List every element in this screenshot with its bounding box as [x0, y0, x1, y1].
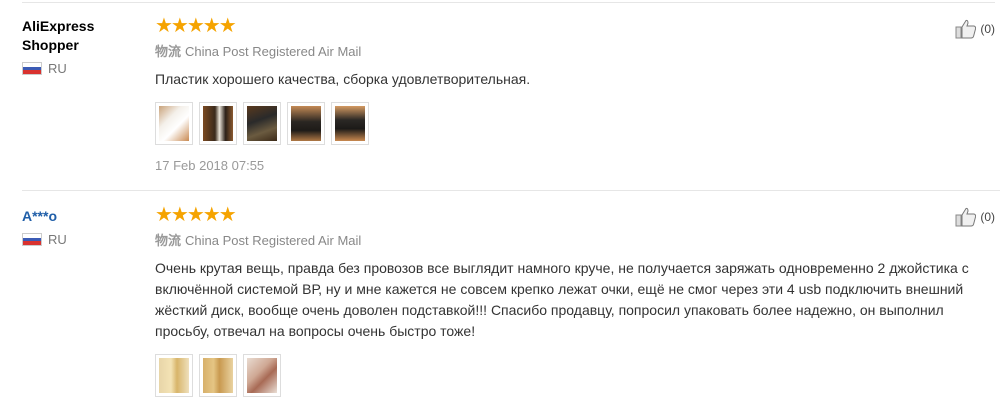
star-rating: ★★★★★	[155, 15, 237, 37]
review-photo-thumbnail[interactable]	[155, 102, 193, 145]
helpful-count: (0)	[980, 210, 995, 224]
review-photo-thumbnail[interactable]	[155, 354, 193, 397]
flag-ru-icon	[22, 62, 42, 75]
country-code: RU	[48, 61, 67, 76]
reviewer-info: A***o RU	[22, 207, 132, 247]
helpful-button[interactable]: (0)	[955, 19, 995, 39]
shipping-label: 物流	[155, 44, 182, 59]
reviewer-country: RU	[22, 232, 132, 247]
reviewer-name[interactable]: A***o	[22, 207, 132, 226]
helpful-count: (0)	[980, 22, 995, 36]
review-photos	[155, 102, 970, 145]
country-code: RU	[48, 232, 67, 247]
review-photo-thumbnail[interactable]	[331, 102, 369, 145]
reviewer-info: AliExpress Shopper RU	[22, 17, 132, 76]
review-text: Очень крутая вещь, правда без провозов в…	[155, 260, 969, 339]
shipping-method: China Post Registered Air Mail	[185, 44, 362, 59]
review-text: Пластик хорошего качества, сборка удовле…	[155, 71, 531, 87]
review-date: 17 Feb 2018 07:55	[155, 158, 265, 173]
shipping-method: China Post Registered Air Mail	[185, 233, 362, 248]
shipping-info: 物流 China Post Registered Air Mail	[155, 230, 970, 249]
review-photo-thumbnail[interactable]	[243, 354, 281, 397]
thumbs-up-icon	[955, 19, 977, 39]
shipping-label: 物流	[155, 233, 182, 248]
review-photos	[155, 354, 970, 397]
reviewer-name: AliExpress Shopper	[22, 18, 95, 53]
review-photo-thumbnail[interactable]	[199, 102, 237, 145]
review-item: AliExpress Shopper RU ★★★★★ 物流 China Post…	[0, 0, 1000, 190]
star-rating: ★★★★★	[155, 204, 237, 226]
review-item: A***o RU ★★★★★ 物流 China Post Registered A…	[22, 190, 1000, 404]
helpful-button[interactable]: (0)	[955, 207, 995, 227]
review-content: ★★★★★ 物流 China Post Registered Air Mail П…	[155, 16, 970, 173]
flag-ru-icon	[22, 233, 42, 246]
review-content: ★★★★★ 物流 China Post Registered Air Mail О…	[155, 205, 970, 397]
shipping-info: 物流 China Post Registered Air Mail	[155, 41, 970, 60]
reviewer-country: RU	[22, 61, 132, 76]
review-photo-thumbnail[interactable]	[243, 102, 281, 145]
review-photo-thumbnail[interactable]	[199, 354, 237, 397]
review-photo-thumbnail[interactable]	[287, 102, 325, 145]
thumbs-up-icon	[955, 207, 977, 227]
